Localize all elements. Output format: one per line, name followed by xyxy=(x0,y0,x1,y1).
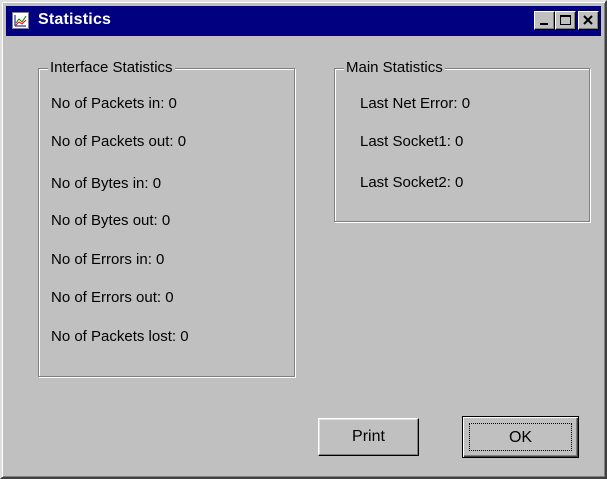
maximize-button[interactable] xyxy=(555,11,576,30)
last-socket2-stat: Last Socket2: 0 xyxy=(360,174,464,191)
title-bar[interactable]: Statistics xyxy=(6,6,601,36)
statistics-window: Statistics Interface Statistics No of Pa… xyxy=(0,0,607,479)
last-socket1-stat: Last Socket1: 0 xyxy=(360,133,464,150)
packets-out-stat: No of Packets out: 0 xyxy=(51,133,187,150)
errors-out-stat: No of Errors out: 0 xyxy=(51,289,174,306)
close-button[interactable] xyxy=(578,11,599,30)
last-net-error-stat: Last Net Error: 0 xyxy=(360,95,471,112)
chart-icon xyxy=(12,12,29,29)
window-title: Statistics xyxy=(38,11,112,28)
maximize-icon xyxy=(560,15,571,25)
print-button[interactable]: Print xyxy=(318,418,419,456)
bytes-in-stat: No of Bytes in: 0 xyxy=(51,175,162,192)
close-icon xyxy=(583,15,593,25)
minimize-button[interactable] xyxy=(534,11,555,30)
ok-button-label: OK xyxy=(469,423,572,451)
main-statistics-legend: Main Statistics xyxy=(344,59,445,76)
packets-lost-stat: No of Packets lost: 0 xyxy=(51,328,189,345)
errors-in-stat: No of Errors in: 0 xyxy=(51,251,165,268)
ok-button[interactable]: OK xyxy=(462,416,579,458)
bytes-out-stat: No of Bytes out: 0 xyxy=(51,212,171,229)
interface-statistics-legend: Interface Statistics xyxy=(48,59,175,76)
minimize-icon xyxy=(540,23,548,25)
packets-in-stat: No of Packets in: 0 xyxy=(51,95,177,112)
